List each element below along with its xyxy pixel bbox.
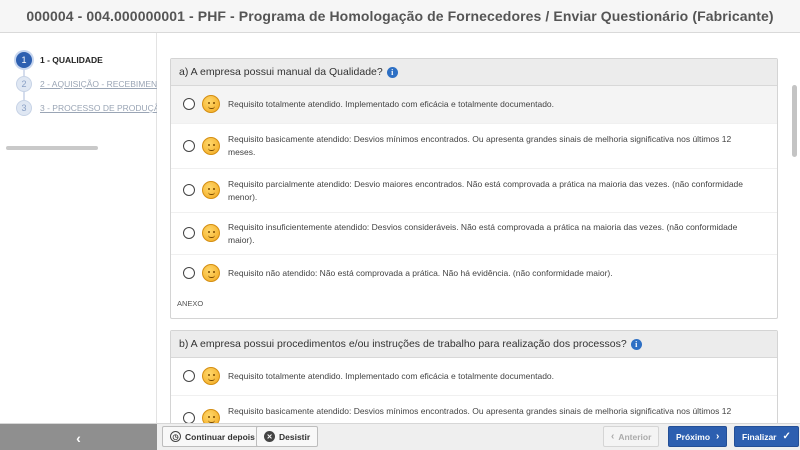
radio-button[interactable]: [183, 412, 195, 423]
answer-option[interactable]: Requisito totalmente atendido. Implement…: [171, 358, 777, 396]
continue-later-button[interactable]: ◷ Continuar depois: [162, 426, 263, 447]
sidebar-horizontal-scrollbar[interactable]: [6, 146, 98, 150]
clock-icon: ◷: [170, 431, 181, 442]
continue-later-label: Continuar depois: [185, 431, 255, 442]
finish-button[interactable]: Finalizar ✓: [734, 426, 799, 447]
smiley-face-icon: [202, 367, 220, 385]
title-bar: 000004 - 004.000000001 - PHF - Programa …: [0, 0, 800, 33]
previous-label: Anterior: [618, 431, 652, 442]
answer-option[interactable]: Requisito totalmente atendido. Implement…: [171, 86, 777, 124]
option-text: Requisito basicamente atendido: Desvios …: [228, 134, 732, 157]
footer-toolbar: ‹ ◷ Continuar depois ✕ Desistir ‹ Anteri…: [0, 423, 800, 450]
radio-button[interactable]: [183, 227, 195, 239]
info-icon[interactable]: i: [630, 338, 642, 350]
answer-option[interactable]: Requisito insuficientemente atendido: De…: [171, 213, 777, 255]
chevron-left-icon: ‹: [611, 431, 615, 442]
vertical-scrollbar[interactable]: [792, 85, 797, 157]
question-card-a: a) A empresa possui manual da Qualidade?…: [170, 58, 778, 319]
step-number: 3: [16, 100, 32, 116]
smiley-face-icon: [202, 224, 220, 242]
step-aquisicao-recebimento[interactable]: 2 2 - AQUISIÇÃO - RECEBIMENTO: [16, 76, 169, 92]
info-icon[interactable]: i: [386, 66, 398, 78]
chevron-left-icon: ‹: [76, 429, 81, 446]
option-text: Requisito insuficientemente atendido: De…: [228, 222, 738, 245]
answer-option[interactable]: Requisito não atendido: Não está comprov…: [171, 255, 777, 293]
checkmark-icon: ✓: [782, 431, 791, 442]
step-label: 3 - PROCESSO DE PRODUÇÃO: [40, 103, 167, 113]
option-text: Requisito basicamente atendido: Desvios …: [228, 406, 732, 416]
give-up-button[interactable]: ✕ Desistir: [256, 426, 319, 447]
answer-option[interactable]: Requisito basicamente atendido: Desvios …: [171, 396, 777, 423]
close-icon: ✕: [264, 431, 275, 442]
smiley-face-icon: [202, 264, 220, 282]
radio-button[interactable]: [183, 98, 195, 110]
question-header: b) A empresa possui procedimentos e/ou i…: [171, 331, 777, 358]
option-text: Requisito totalmente atendido. Implement…: [228, 371, 555, 381]
question-title: a) A empresa possui manual da Qualidade?: [179, 66, 383, 78]
step-number: 1: [16, 52, 32, 68]
collapse-sidebar-button[interactable]: ‹: [0, 424, 157, 450]
smiley-face-icon: [202, 409, 220, 423]
smiley-face-icon: [202, 137, 220, 155]
option-text: Requisito parcialmente atendido: Desvio …: [228, 179, 744, 202]
questionnaire-content: a) A empresa possui manual da Qualidade?…: [157, 33, 800, 423]
previous-button[interactable]: ‹ Anterior: [603, 426, 660, 447]
question-card-b: b) A empresa possui procedimentos e/ou i…: [170, 330, 778, 423]
chevron-right-icon: ›: [716, 431, 720, 442]
option-text: Requisito não atendido: Não está comprov…: [228, 268, 613, 278]
finish-label: Finalizar: [742, 431, 777, 442]
option-text: Requisito totalmente atendido. Implement…: [228, 99, 555, 109]
give-up-label: Desistir: [279, 431, 311, 442]
step-label: 2 - AQUISIÇÃO - RECEBIMENTO: [40, 79, 169, 89]
step-label: 1 - QUALIDADE: [40, 55, 103, 65]
attachment-link[interactable]: ANEXO: [171, 293, 777, 313]
answer-option[interactable]: Requisito basicamente atendido: Desvios …: [171, 124, 777, 169]
question-header: a) A empresa possui manual da Qualidade?…: [171, 59, 777, 86]
sidebar-stepper: 1 1 - QUALIDADE 2 2 - AQUISIÇÃO - RECEBI…: [0, 33, 169, 423]
answer-option[interactable]: Requisito parcialmente atendido: Desvio …: [171, 169, 777, 213]
step-qualidade[interactable]: 1 1 - QUALIDADE: [16, 52, 103, 68]
question-title: b) A empresa possui procedimentos e/ou i…: [179, 338, 627, 350]
radio-button[interactable]: [183, 267, 195, 279]
step-number: 2: [16, 76, 32, 92]
smiley-face-icon: [202, 95, 220, 113]
radio-button[interactable]: [183, 370, 195, 382]
radio-button[interactable]: [183, 184, 195, 196]
smiley-face-icon: [202, 181, 220, 199]
radio-button[interactable]: [183, 140, 195, 152]
step-processo-producao[interactable]: 3 3 - PROCESSO DE PRODUÇÃO: [16, 100, 166, 116]
next-button[interactable]: Próximo ›: [668, 426, 728, 447]
next-label: Próximo: [676, 431, 711, 442]
page-title: 000004 - 004.000000001 - PHF - Programa …: [26, 8, 774, 24]
